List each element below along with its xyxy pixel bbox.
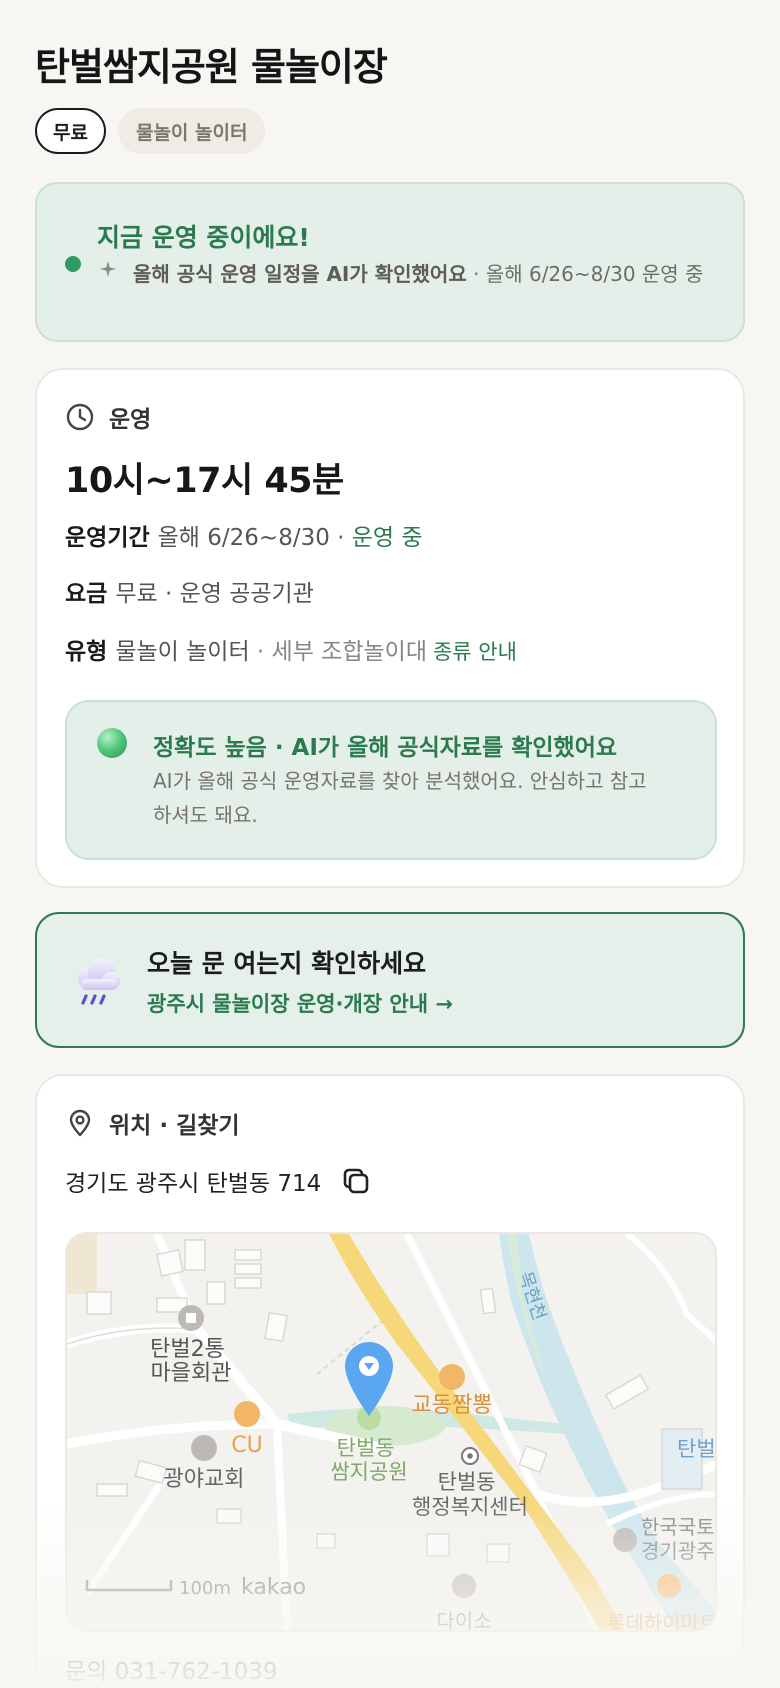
map-view[interactable]: 탄벌2통 마을회관 CU 광야교회 교동짬뽕 탄벌동 행정복지센터 탄벌동 쌈지… bbox=[65, 1232, 717, 1632]
operation-heading: 운영 bbox=[65, 400, 151, 434]
rain-cloud-icon bbox=[78, 958, 120, 1005]
open-check-notice[interactable]: 오늘 문 여는지 확인하세요 광주시 물놀이장 운영·개장 안내 → bbox=[35, 912, 745, 1048]
period-value: 올해 6/26~8/30 bbox=[157, 525, 330, 551]
map-label-hall-line2: 마을회관 bbox=[151, 1361, 232, 1386]
map-label-hall: 탄벌2통 마을회관 bbox=[150, 1337, 232, 1386]
map-label-park: 탄벌동 쌈지공원 bbox=[330, 1436, 407, 1484]
operating-hours: 10시~17시 45분 bbox=[65, 461, 344, 501]
address-text: 경기도 광주시 탄벌동 714 bbox=[65, 1171, 322, 1197]
type-detail: · 세부 조합놀이대 bbox=[249, 639, 427, 665]
address-row: 경기도 광주시 탄벌동 714 bbox=[65, 1164, 371, 1198]
map-scale-label: 100m bbox=[179, 1578, 231, 1599]
status-card: 지금 운영 중이에요! 올해 공식 운영 일정을 AI가 확인했어요 · 올해 … bbox=[35, 182, 745, 342]
operation-heading-label: 운영 bbox=[109, 407, 152, 433]
page-title: 탄벌쌈지공원 물놀이장 bbox=[35, 45, 388, 89]
map-label-office-line2: 행정복지센터 bbox=[412, 1495, 528, 1519]
fee-value: 무료 · 운영 공공기관 bbox=[115, 581, 314, 607]
accuracy-orb-icon bbox=[97, 728, 127, 758]
map-label-korea-line2: 경기광주 bbox=[641, 1539, 715, 1563]
type-value: 물놀이 놀이터 bbox=[115, 639, 250, 665]
location-heading-label: 위치 · 길찾기 bbox=[109, 1113, 240, 1139]
map-label-cu: CU bbox=[231, 1433, 262, 1458]
notice-title: 오늘 문 여는지 확인하세요 bbox=[147, 949, 427, 978]
status-dot bbox=[65, 256, 81, 272]
map-label-park-line1: 탄벌동 bbox=[337, 1436, 395, 1460]
location-pin-icon bbox=[69, 1109, 91, 1137]
accuracy-box: 정확도 높음 · AI가 올해 공식자료를 확인했어요 AI가 올해 공식 운영… bbox=[65, 700, 717, 860]
map-label-restaurant: 교동짬뽕 bbox=[412, 1393, 493, 1418]
clock-icon bbox=[66, 403, 94, 431]
type-chip: 물놀이 놀이터 bbox=[117, 108, 266, 154]
copy-icon[interactable] bbox=[341, 1166, 371, 1196]
tag-chips: 무료 물놀이 놀이터 bbox=[35, 108, 266, 154]
status-subtext: 올해 공식 운영 일정을 AI가 확인했어요 · 올해 6/26~8/30 운영… bbox=[133, 260, 713, 288]
fee-row: 요금 무료 · 운영 공공기관 bbox=[65, 574, 314, 608]
type-label: 유형 bbox=[65, 639, 108, 665]
free-chip: 무료 bbox=[35, 108, 106, 154]
status-title: 지금 운영 중이에요! bbox=[97, 223, 310, 252]
map-label-lotte: 롯데하이마트 bbox=[607, 1611, 717, 1632]
map-label-daiso: 다이소 bbox=[436, 1609, 491, 1632]
period-status: · 운영 중 bbox=[329, 525, 423, 551]
location-card: 위치 · 길찾기 경기도 광주시 탄벌동 714 탄벌2통 마을회관 CU 광야… bbox=[35, 1074, 745, 1688]
map-label-korea-line1: 한국국토 bbox=[641, 1515, 715, 1539]
status-sub-bold: 올해 공식 운영 일정을 AI가 확인했어요 bbox=[133, 262, 467, 286]
map-label-office-line1: 탄벌동 bbox=[438, 1470, 496, 1494]
sparkle-icon bbox=[100, 261, 116, 277]
accuracy-subtext: AI가 올해 공식 운영자료를 찾아 분석했어요. 안심하고 참고하셔도 돼요. bbox=[153, 769, 647, 827]
type-row: 유형 물놀이 놀이터 · 세부 조합놀이대 종류 안내 bbox=[65, 632, 517, 666]
map-label-hall-line1: 탄벌2통 bbox=[150, 1337, 225, 1362]
period-row: 운영기간 올해 6/26~8/30 · 운영 중 bbox=[65, 518, 423, 552]
notice-link[interactable]: 광주시 물놀이장 운영·개장 안내 → bbox=[147, 988, 453, 1018]
operation-card: 운영 10시~17시 45분 운영기간 올해 6/26~8/30 · 운영 중 요… bbox=[35, 368, 745, 888]
accuracy-title: 정확도 높음 · AI가 올해 공식자료를 확인했어요 bbox=[153, 735, 618, 761]
map-label-korea: 한국국토 경기광주 bbox=[641, 1515, 717, 1563]
type-guide-link[interactable]: 종류 안내 bbox=[433, 640, 517, 664]
map-label-tanbeol-edge: 탄벌 bbox=[677, 1437, 716, 1461]
map-brand: kakao bbox=[241, 1575, 306, 1600]
map-label-church: 광야교회 bbox=[164, 1467, 245, 1492]
status-sub-rest: · 올해 6/26~8/30 운영 중 bbox=[466, 262, 704, 286]
period-label: 운영기간 bbox=[65, 525, 150, 551]
map-label-park-line2: 쌈지공원 bbox=[330, 1460, 407, 1484]
fee-label: 요금 bbox=[65, 581, 108, 607]
location-heading: 위치 · 길찾기 bbox=[65, 1106, 240, 1140]
contact-text[interactable]: 문의 031-762-1039 bbox=[65, 1652, 278, 1686]
